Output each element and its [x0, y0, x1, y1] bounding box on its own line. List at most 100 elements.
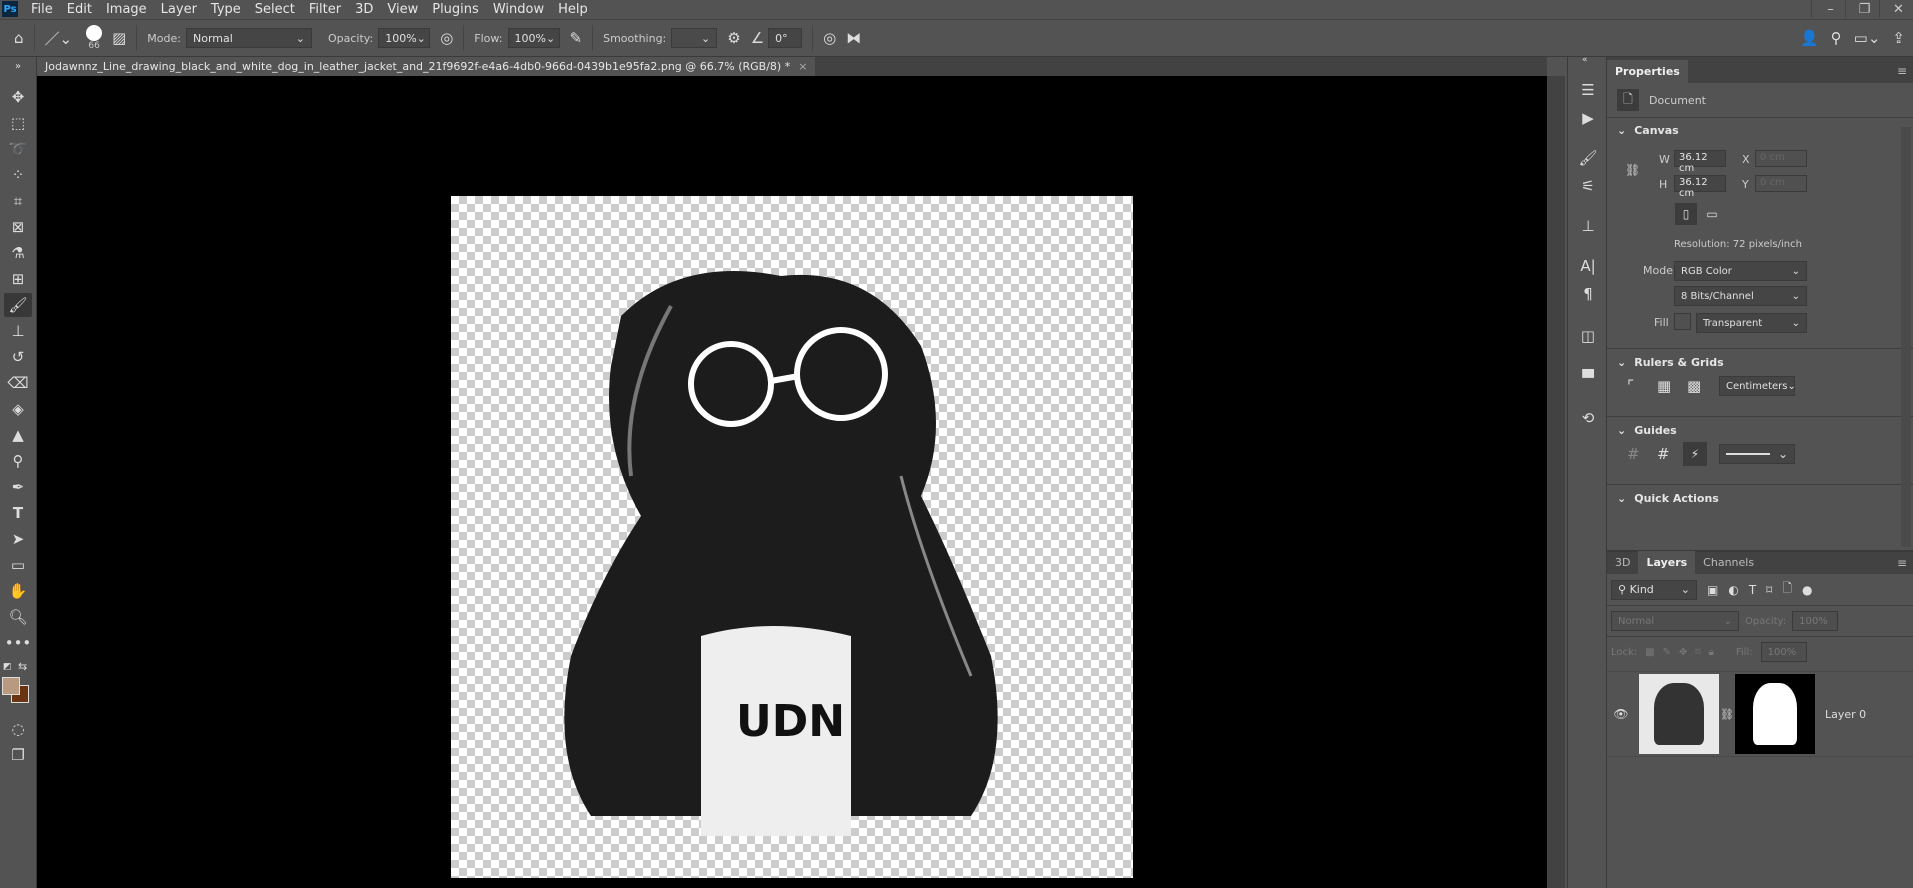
foreground-color-swatch[interactable] — [2, 677, 20, 695]
libraries-icon[interactable]: ◫ — [1574, 323, 1602, 349]
guide-style-dropdown[interactable]: ⌄ — [1719, 444, 1795, 464]
menu-file[interactable]: File — [24, 2, 60, 17]
character-icon[interactable]: A| — [1574, 253, 1602, 279]
type-tool[interactable]: T — [4, 501, 32, 525]
menu-edit[interactable]: Edit — [60, 2, 99, 17]
filter-smart-object-icon[interactable]: 🗋 — [1782, 579, 1792, 600]
units-dropdown[interactable]: Centimeters ⌄ — [1719, 376, 1796, 396]
menu-3d[interactable]: 3D — [348, 2, 380, 17]
filter-adjustment-icon[interactable]: ◐ — [1728, 583, 1738, 597]
smoothing-input[interactable]: ⌄ — [671, 28, 718, 48]
close-tab-icon[interactable]: × — [798, 60, 807, 73]
blend-mode-dropdown[interactable]: Normal ⌄ — [1611, 611, 1739, 631]
search-icon[interactable]: ⚲ — [1831, 29, 1842, 47]
more-tools-icon[interactable]: ••• — [4, 631, 32, 655]
collapse-dock-icon[interactable]: « — [1582, 55, 1588, 65]
lasso-tool[interactable]: ➰ — [4, 137, 32, 161]
landscape-icon[interactable]: ▭ — [1701, 203, 1723, 225]
menu-window[interactable]: Window — [486, 2, 551, 17]
rulers-section-title[interactable]: Rulers & Grids — [1634, 356, 1723, 369]
lock-artboard-icon[interactable]: ⌑ — [1695, 647, 1700, 658]
workspace-icon[interactable]: ▭⌄ — [1854, 29, 1881, 47]
paragraph-icon[interactable]: ¶ — [1574, 281, 1602, 307]
layer-filter-dropdown[interactable]: ⚲ Kind ⌄ — [1611, 579, 1697, 600]
opacity-input[interactable]: 100% ⌄ — [378, 28, 431, 48]
y-input[interactable]: 0 cm — [1755, 175, 1807, 192]
quick-mask-icon[interactable]: ◌ — [4, 717, 32, 741]
panel-menu-icon[interactable]: ≡ — [1891, 59, 1913, 83]
menu-layer[interactable]: Layer — [154, 2, 204, 17]
quick-actions-section-title[interactable]: Quick Actions — [1634, 492, 1719, 505]
flow-input[interactable]: 100% ⌄ — [507, 28, 560, 48]
restore-icon[interactable]: ❐ — [1845, 0, 1883, 18]
menu-image[interactable]: Image — [99, 2, 154, 17]
bit-depth-dropdown[interactable]: 8 Bits/Channel ⌄ — [1674, 286, 1807, 306]
properties-scrollbar[interactable] — [1901, 127, 1911, 547]
plugins-icon[interactable]: ▀ — [1574, 365, 1602, 391]
lock-transparency-icon[interactable]: ▩ — [1645, 647, 1654, 658]
layer-opacity-input[interactable]: 100% — [1792, 611, 1839, 631]
filter-pixel-icon[interactable]: ▣ — [1707, 583, 1718, 597]
mask-link-icon[interactable]: ⛓ — [1719, 708, 1735, 721]
layer-row[interactable]: 👁︎ ⛓ Layer 0 — [1607, 671, 1913, 757]
brush-settings-panel-icon[interactable]: ⚟ — [1574, 173, 1602, 199]
brush-preset-icon[interactable]: ／⌄ — [45, 28, 73, 49]
healing-tool[interactable]: ⊞ — [4, 267, 32, 291]
close-icon[interactable]: ✕ — [1879, 0, 1913, 18]
menu-plugins[interactable]: Plugins — [425, 2, 486, 17]
crop-tool[interactable]: ⌗ — [4, 189, 32, 213]
tab-channels[interactable]: Channels — [1695, 551, 1762, 574]
tab-3d[interactable]: 3D — [1607, 551, 1638, 574]
share-user-icon[interactable]: 👤 — [1800, 29, 1819, 47]
width-input[interactable]: 36.12 cm — [1674, 150, 1726, 174]
actions-icon[interactable]: ☰ — [1574, 77, 1602, 103]
layer-fill-input[interactable]: 100% — [1760, 642, 1807, 662]
smart-guides-icon[interactable]: ⚡ — [1683, 442, 1707, 466]
airbrush-icon[interactable]: ✎ — [570, 29, 583, 47]
lock-position-icon[interactable]: ✥ — [1679, 647, 1687, 658]
lock-guides-icon[interactable]: # — [1657, 445, 1670, 463]
chevron-down-icon[interactable]: ⌄ — [1617, 356, 1626, 369]
screen-mode-icon[interactable]: ❐ — [4, 743, 32, 767]
brush-size-picker[interactable]: 66 — [86, 25, 103, 51]
home-icon[interactable]: ⌂ — [14, 29, 24, 47]
brush-tool[interactable]: 🖌 — [4, 293, 32, 317]
frame-tool[interactable]: ⊠ — [4, 215, 32, 239]
layer-mask-thumbnail[interactable] — [1735, 674, 1815, 754]
tab-properties[interactable]: Properties — [1607, 60, 1688, 83]
guides-icon[interactable]: # — [1627, 445, 1640, 463]
pressure-size-icon[interactable]: ◎ — [823, 29, 836, 47]
menu-view[interactable]: View — [380, 2, 425, 17]
grid-icon[interactable]: ▦ — [1657, 377, 1671, 395]
x-input[interactable]: 0 cm — [1755, 150, 1807, 167]
eraser-tool[interactable]: ⌫ — [4, 371, 32, 395]
chevron-down-icon[interactable]: ⌄ — [1617, 424, 1626, 437]
collapse-icon[interactable]: » — [4, 59, 32, 73]
panel-menu-icon[interactable]: ≡ — [1891, 552, 1913, 574]
history-brush-tool[interactable]: ↺ — [4, 345, 32, 369]
quick-selection-tool[interactable]: ⁘ — [4, 163, 32, 187]
chevron-down-icon[interactable]: ⌄ — [1617, 124, 1626, 137]
filter-toggle-icon[interactable]: ● — [1802, 583, 1812, 597]
document-canvas[interactable]: UDN — [451, 196, 1133, 878]
blur-tool[interactable]: ▲ — [4, 423, 32, 447]
paint-bucket-tool[interactable]: ◈ — [4, 397, 32, 421]
menu-select[interactable]: Select — [248, 2, 302, 17]
eyedropper-tool[interactable]: ⚗ — [4, 241, 32, 265]
pen-tool[interactable]: ✒ — [4, 475, 32, 499]
lock-all-icon[interactable]: 🔒︎ — [1709, 647, 1714, 658]
move-tool[interactable]: ✥ — [4, 85, 32, 109]
marquee-tool[interactable]: ⬚ — [4, 111, 32, 135]
path-selection-tool[interactable]: ➤ — [4, 527, 32, 551]
stamp-tool[interactable]: ⊥ — [4, 319, 32, 343]
portrait-icon[interactable]: ▯ — [1675, 203, 1697, 225]
share-icon[interactable]: ⇪ — [1892, 29, 1905, 47]
canvas-section-title[interactable]: Canvas — [1634, 124, 1678, 137]
chevron-down-icon[interactable]: ⌄ — [1617, 492, 1626, 505]
lock-pixels-icon[interactable]: ✎ — [1663, 647, 1671, 658]
zoom-tool[interactable]: 🔍︎ — [4, 605, 32, 629]
gear-icon[interactable]: ⚙ — [727, 29, 740, 47]
default-colors-icon[interactable]: ◩ — [3, 662, 12, 672]
rectangle-tool[interactable]: ▭ — [4, 553, 32, 577]
ruler-icon[interactable]: ⌜ — [1627, 377, 1634, 395]
